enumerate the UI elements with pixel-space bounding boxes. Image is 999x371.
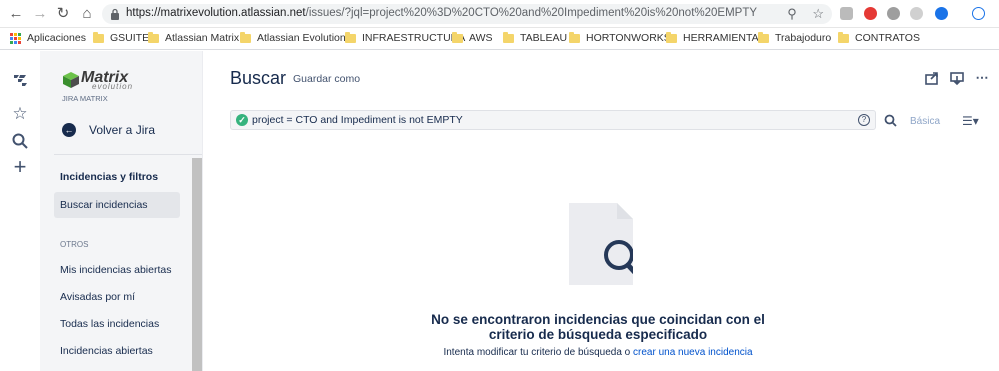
folder-icon [503, 31, 514, 43]
project-sidebar: Matrix evolution JIRA MATRIX ← Volver a … [40, 51, 203, 371]
forward-arrow-icon[interactable]: → [32, 6, 48, 22]
extension-record-icon[interactable] [910, 7, 923, 20]
extension-opera-icon[interactable] [864, 7, 877, 20]
share-icon[interactable] [924, 70, 940, 86]
sidebar-item-search-issues[interactable]: Buscar incidencias [54, 192, 180, 218]
folder-icon [838, 31, 849, 43]
bookmarks-bar: Aplicaciones GSUITE Atlassian Matrix Atl… [0, 28, 999, 50]
folder-icon [148, 31, 159, 43]
bookmark-folder[interactable]: HERRAMIENTAS [666, 31, 766, 44]
sidebar-section-heading[interactable]: Incidencias y filtros [60, 171, 158, 183]
extension-circle-icon[interactable] [887, 7, 900, 20]
sidebar-divider [54, 154, 202, 155]
global-nav-rail: ☆ + [0, 51, 40, 371]
bookmark-folder[interactable]: HORTONWORKS [569, 31, 671, 44]
sidebar-item-open-issues[interactable]: Incidencias abiertas [60, 345, 153, 357]
bookmark-folder[interactable]: AWS [452, 31, 493, 44]
bookmark-folder[interactable]: Atlassian Evolution [240, 31, 346, 44]
empty-state-title: No se encontraron incidencias que coinci… [431, 312, 765, 342]
star-icon[interactable]: ☆ [11, 105, 29, 123]
zoom-icon[interactable]: ⚲ [787, 6, 797, 21]
folder-icon [758, 31, 769, 43]
sidebar-item-reported-by-me[interactable]: Avisadas por mí [60, 291, 135, 303]
address-bar[interactable]: https://matrixevolution.atlassian.net/is… [102, 4, 832, 24]
folder-icon [569, 31, 580, 43]
search-button-icon[interactable] [883, 113, 899, 129]
project-name: JIRA MATRIX [62, 94, 108, 103]
sidebar-group-label: OTROS [60, 240, 89, 249]
folder-icon [666, 31, 677, 43]
extension-sync-icon[interactable] [972, 7, 985, 20]
arrow-left-icon: ← [62, 123, 76, 137]
valid-query-check-icon: ✓ [236, 114, 248, 126]
extension-chat-icon[interactable] [840, 7, 853, 20]
sidebar-item-all-issues[interactable]: Todas las incidencias [60, 318, 159, 330]
search-icon[interactable] [11, 132, 29, 150]
more-options-icon[interactable]: ⋯ [974, 70, 990, 86]
folder-icon [240, 31, 251, 43]
bookmark-folder[interactable]: Trabajoduro [758, 31, 831, 44]
reload-icon[interactable]: ↻ [55, 6, 71, 22]
bookmark-folder[interactable]: GSUITE [93, 31, 149, 44]
create-plus-icon[interactable]: + [11, 156, 29, 178]
syntax-help-icon[interactable]: ? [858, 114, 870, 126]
sidebar-scrollbar[interactable] [192, 158, 202, 371]
url-text: https://matrixevolution.atlassian.net/is… [126, 7, 758, 19]
export-icon[interactable] [949, 70, 965, 86]
empty-results-illustration [569, 203, 633, 285]
bookmark-folder[interactable]: INFRAESTRUCTURA [345, 31, 465, 44]
layout-menu-icon[interactable]: ☰▾ [962, 114, 984, 128]
matrix-cube-icon [63, 72, 79, 88]
lock-icon [111, 8, 119, 20]
browser-toolbar: ← → ↻ ⌂ https://matrixevolution.atlassia… [0, 0, 999, 28]
home-icon[interactable]: ⌂ [79, 6, 95, 22]
main-content: Buscar Guardar como ⋯ ✓ project = CTO an… [203, 51, 999, 371]
jql-search-input[interactable]: ✓ project = CTO and Impediment is not EM… [230, 110, 876, 130]
bookmark-folder[interactable]: TABLEAU [503, 31, 567, 44]
back-arrow-icon[interactable]: ← [8, 6, 24, 22]
apps-grid-icon [10, 32, 21, 44]
folder-icon [452, 31, 463, 43]
folder-icon [345, 31, 356, 43]
star-bookmark-icon[interactable]: ☆ [812, 6, 824, 21]
jira-logo-icon[interactable] [11, 71, 29, 89]
save-as-button[interactable]: Guardar como [293, 73, 360, 85]
bookmark-apps[interactable]: Aplicaciones [10, 32, 86, 44]
bookmark-folder[interactable]: Atlassian Matrix [148, 31, 239, 44]
page-title: Buscar [230, 68, 287, 88]
sidebar-item-my-open-issues[interactable]: Mis incidencias abiertas [60, 264, 171, 276]
basic-search-toggle[interactable]: Básica [910, 116, 940, 127]
extension-check-icon[interactable] [935, 7, 948, 20]
folder-icon [93, 31, 104, 43]
empty-state-hint: Intenta modificar tu criterio de búsqued… [443, 347, 753, 358]
back-to-jira-link[interactable]: ← Volver a Jira [62, 123, 155, 137]
bookmark-folder[interactable]: CONTRATOS [838, 31, 920, 44]
create-issue-link[interactable]: crear una nueva incidencia [633, 347, 753, 358]
